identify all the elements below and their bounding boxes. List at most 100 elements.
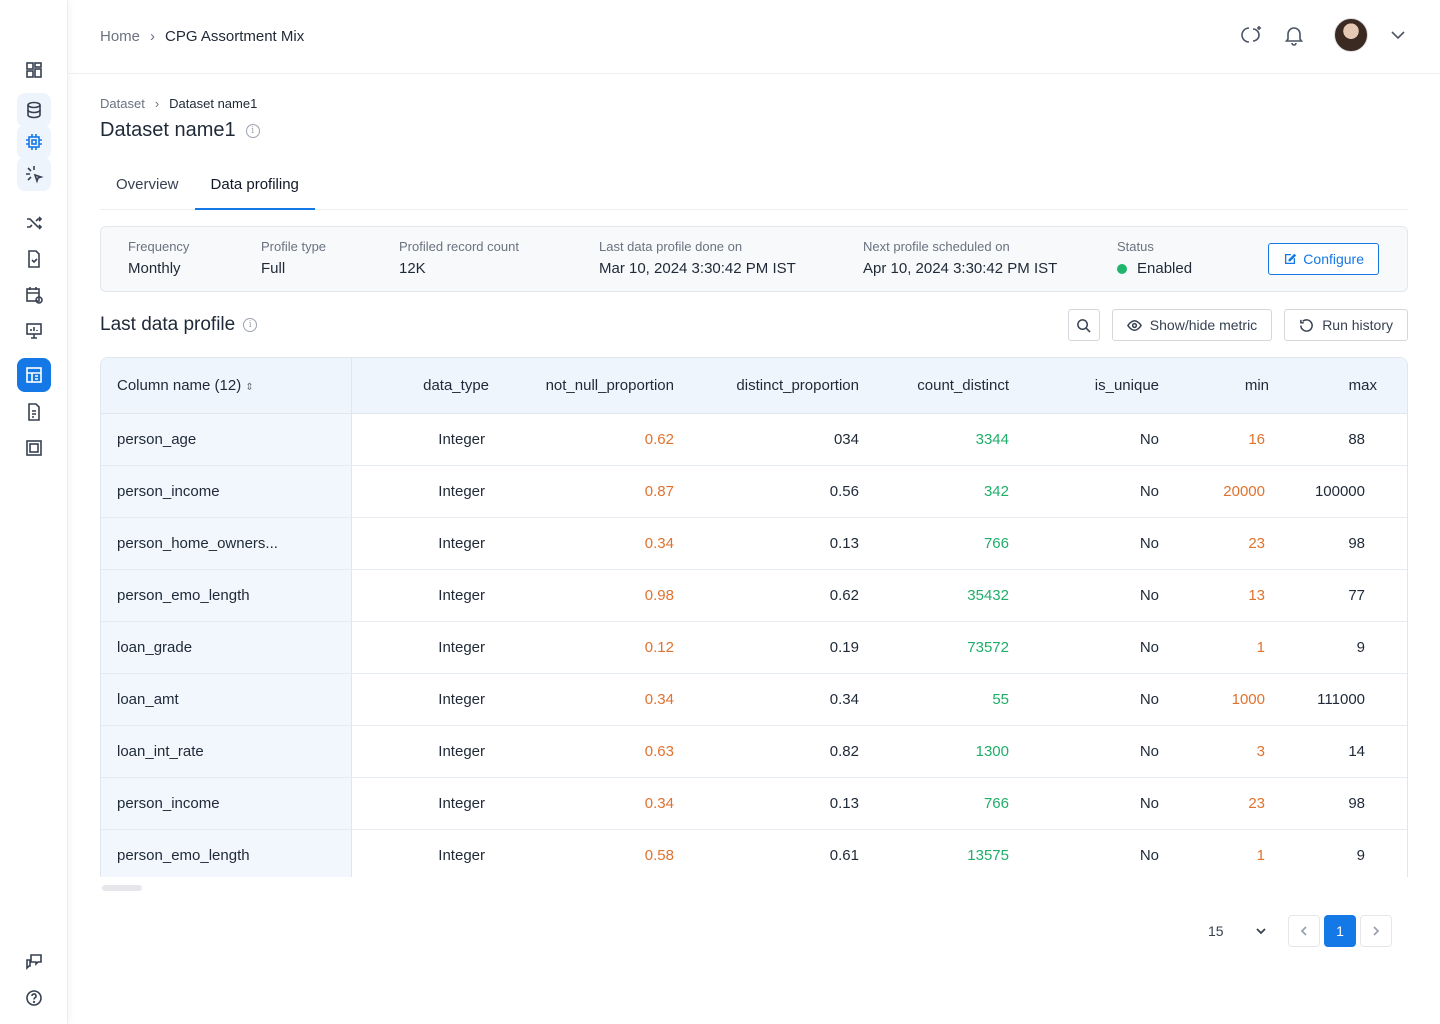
sparkle-cursor-icon[interactable] bbox=[17, 157, 51, 191]
chevron-right-icon bbox=[1373, 926, 1380, 936]
record-count: Profiled record count 12K bbox=[399, 239, 519, 277]
horizontal-scrollbar[interactable] bbox=[102, 885, 142, 891]
data-profile-icon[interactable] bbox=[17, 358, 51, 392]
cell-not-null: 0.34 bbox=[501, 777, 686, 830]
column-header-name[interactable]: Column name (12) ⇕ bbox=[101, 358, 352, 414]
search-icon bbox=[1077, 318, 1091, 333]
presentation-icon[interactable] bbox=[17, 314, 51, 348]
table-row[interactable]: loan_grade Integer 0.12 0.19 73572 No 1 9 bbox=[101, 621, 1407, 674]
table-row[interactable]: person_emo_length Integer 0.98 0.62 35432 No 1… bbox=[101, 569, 1407, 622]
profile-table: Column name (12) ⇕ data_type not_null_pr… bbox=[100, 357, 1408, 877]
chevron-left-icon bbox=[1300, 926, 1307, 936]
tab-overview[interactable]: Overview bbox=[100, 164, 195, 210]
eye-icon bbox=[1126, 319, 1142, 331]
cell-min: 23 bbox=[1171, 777, 1281, 830]
cell-count-distinct: 35432 bbox=[871, 569, 1021, 622]
status-label: Status bbox=[1117, 239, 1154, 254]
frequency-value: Monthly bbox=[128, 260, 181, 277]
file-check-icon[interactable] bbox=[17, 242, 51, 276]
page-size-value: 15 bbox=[1208, 923, 1224, 939]
cell-count-distinct: 55 bbox=[871, 673, 1021, 726]
database-icon[interactable] bbox=[17, 93, 51, 127]
cell-count-distinct: 3344 bbox=[871, 413, 1021, 466]
cell-min: 16 bbox=[1171, 413, 1281, 466]
profile-type-value: Full bbox=[261, 260, 286, 277]
page-breadcrumb: Dataset › Dataset name1 bbox=[100, 96, 1408, 111]
info-icon[interactable]: i bbox=[243, 318, 258, 332]
table-row[interactable]: loan_int_rate Integer 0.63 0.82 1300 No 3 14 bbox=[101, 725, 1407, 778]
column-header-is-unique[interactable]: is_unique bbox=[1021, 358, 1171, 414]
cell-count-distinct: 766 bbox=[871, 777, 1021, 830]
breadcrumb-dataset[interactable]: Dataset bbox=[100, 96, 145, 111]
dashboard-icon[interactable] bbox=[17, 53, 51, 87]
record-count-label: Profiled record count bbox=[399, 239, 519, 254]
table-header-row: Column name (12) ⇕ data_type not_null_pr… bbox=[101, 358, 1407, 414]
run-history-button[interactable]: Run history bbox=[1284, 309, 1408, 341]
chevron-right-icon: › bbox=[154, 96, 160, 111]
frequency: Frequency Monthly bbox=[128, 239, 189, 277]
record-count-value: 12K bbox=[399, 260, 426, 277]
table-row[interactable]: person_home_owners... Integer 0.34 0.13 766 N… bbox=[101, 517, 1407, 570]
cell-max: 111000 bbox=[1281, 673, 1407, 726]
table-row[interactable]: person_age Integer 0.62 034 3344 No 16 88 bbox=[101, 413, 1407, 466]
cell-is-unique: No bbox=[1021, 673, 1171, 726]
tabs: Overview Data profiling bbox=[100, 164, 1408, 210]
cell-max: 14 bbox=[1281, 725, 1407, 778]
profile-type: Profile type Full bbox=[261, 239, 326, 277]
cell-data-type: Integer bbox=[351, 725, 501, 778]
breadcrumb-home[interactable]: Home bbox=[100, 28, 140, 45]
cell-max: 77 bbox=[1281, 569, 1407, 622]
status-dot-icon bbox=[1117, 263, 1127, 274]
cell-distinct: 0.62 bbox=[686, 569, 871, 622]
column-header-count-distinct[interactable]: count_distinct bbox=[871, 358, 1021, 414]
cell-not-null: 0.63 bbox=[501, 725, 686, 778]
cell-not-null: 0.62 bbox=[501, 413, 686, 466]
chip-icon[interactable] bbox=[17, 125, 51, 159]
shuffle-icon[interactable] bbox=[17, 206, 51, 240]
help-icon[interactable] bbox=[17, 981, 51, 1015]
page-1-button[interactable]: 1 bbox=[1324, 915, 1356, 947]
cell-is-unique: No bbox=[1021, 569, 1171, 622]
column-header-data-type[interactable]: data_type bbox=[351, 358, 501, 414]
bell-icon[interactable] bbox=[1282, 23, 1306, 47]
search-button[interactable] bbox=[1067, 309, 1100, 341]
page-size-select[interactable]: 15 bbox=[1208, 923, 1268, 939]
status-value: Enabled bbox=[1137, 260, 1193, 277]
cell-column-name: loan_grade bbox=[101, 621, 352, 674]
ai-assistant-icon[interactable] bbox=[1240, 23, 1264, 47]
column-header-max[interactable]: max bbox=[1281, 358, 1407, 414]
cell-min: 1 bbox=[1171, 829, 1281, 877]
table-row[interactable]: loan_amt Integer 0.34 0.34 55 No 1000 111000 bbox=[101, 673, 1407, 726]
info-icon[interactable]: i bbox=[245, 123, 260, 138]
cell-count-distinct: 13575 bbox=[871, 829, 1021, 877]
table-row[interactable]: person_income Integer 0.34 0.13 766 No 23 98 bbox=[101, 777, 1407, 830]
cell-not-null: 0.87 bbox=[501, 465, 686, 518]
chevron-right-icon: › bbox=[150, 28, 156, 45]
table-row[interactable]: person_emo_length Integer 0.58 0.61 13575 No 1… bbox=[101, 829, 1407, 877]
last-profile-value: Mar 10, 2024 3:30:42 PM IST bbox=[599, 260, 796, 277]
show-hide-metric-button[interactable]: Show/hide metric bbox=[1111, 309, 1273, 341]
cell-count-distinct: 342 bbox=[871, 465, 1021, 518]
next-page-button[interactable] bbox=[1360, 915, 1392, 947]
next-profile-label: Next profile scheduled on bbox=[863, 239, 1010, 254]
cell-distinct: 0.19 bbox=[686, 621, 871, 674]
feedback-icon[interactable] bbox=[17, 945, 51, 979]
cell-column-name: person_emo_length bbox=[101, 569, 352, 622]
configure-button[interactable]: Configure bbox=[1268, 243, 1379, 275]
cell-max: 100000 bbox=[1281, 465, 1407, 518]
chevron-down-icon[interactable] bbox=[1386, 23, 1410, 47]
cell-min: 1000 bbox=[1171, 673, 1281, 726]
document-icon[interactable] bbox=[17, 395, 51, 429]
frame-icon[interactable] bbox=[17, 431, 51, 465]
prev-page-button[interactable] bbox=[1288, 915, 1320, 947]
header-actions bbox=[1240, 18, 1410, 52]
table-row[interactable]: person_income Integer 0.87 0.56 342 No 20000 10… bbox=[101, 465, 1407, 518]
column-header-min[interactable]: min bbox=[1171, 358, 1281, 414]
tab-data-profiling[interactable]: Data profiling bbox=[194, 164, 315, 210]
avatar[interactable] bbox=[1334, 18, 1368, 52]
cell-max: 9 bbox=[1281, 829, 1407, 877]
calendar-clock-icon[interactable] bbox=[17, 278, 51, 312]
column-header-not-null[interactable]: not_null_proportion bbox=[501, 358, 686, 414]
column-header-distinct[interactable]: distinct_proportion bbox=[686, 358, 871, 414]
cell-is-unique: No bbox=[1021, 777, 1171, 830]
